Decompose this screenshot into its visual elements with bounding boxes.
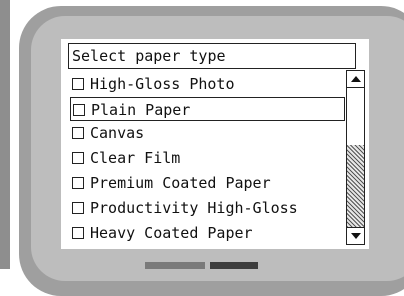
checkbox-icon[interactable] (72, 152, 84, 164)
list-item-canvas[interactable]: Canvas (70, 121, 345, 145)
checkbox-icon[interactable] (73, 104, 85, 116)
list-item-label: Plain Paper (91, 101, 191, 119)
scroll-track[interactable] (347, 145, 364, 227)
arrow-down-icon (351, 233, 361, 239)
list-item-label: Canvas (90, 124, 145, 142)
scroll-thumb[interactable] (347, 88, 364, 145)
list-item-label: Heavy Coated Paper (90, 224, 253, 242)
scroll-down-button[interactable] (347, 227, 364, 244)
paper-type-dialog: Select paper type High-Gloss Photo Plain… (60, 38, 370, 250)
dialog-title: Select paper type (68, 43, 356, 69)
list-item-label: High-Gloss Photo (90, 75, 235, 93)
list-item-productivity-high-gloss[interactable]: Productivity High-Gloss (70, 196, 345, 220)
list-item-label: Clear Film (90, 149, 181, 167)
checkbox-icon[interactable] (72, 202, 84, 214)
list-item-clear-film[interactable]: Clear Film (70, 146, 345, 170)
list-item-plain-paper[interactable]: Plain Paper (70, 97, 345, 121)
checkbox-icon[interactable] (72, 78, 84, 90)
list-item-heavy-coated-paper[interactable]: Heavy Coated Paper (70, 221, 345, 245)
list-item-label: Premium Coated Paper (90, 174, 271, 192)
bottom-button-left[interactable] (145, 262, 205, 269)
device-edge (0, 0, 10, 269)
checkbox-icon[interactable] (72, 127, 84, 139)
paper-type-list: High-Gloss Photo Plain Paper Canvas Clea… (61, 70, 346, 249)
scroll-up-button[interactable] (347, 71, 364, 88)
arrow-up-icon (351, 76, 361, 82)
checkbox-icon[interactable] (72, 177, 84, 189)
checkbox-icon[interactable] (72, 227, 84, 239)
list-item-label: Productivity High-Gloss (90, 199, 298, 217)
bottom-button-center[interactable] (210, 262, 258, 269)
list-item-high-gloss-photo[interactable]: High-Gloss Photo (70, 72, 345, 96)
list-scrollbar[interactable] (346, 70, 365, 245)
list-item-premium-coated-paper[interactable]: Premium Coated Paper (70, 171, 345, 195)
